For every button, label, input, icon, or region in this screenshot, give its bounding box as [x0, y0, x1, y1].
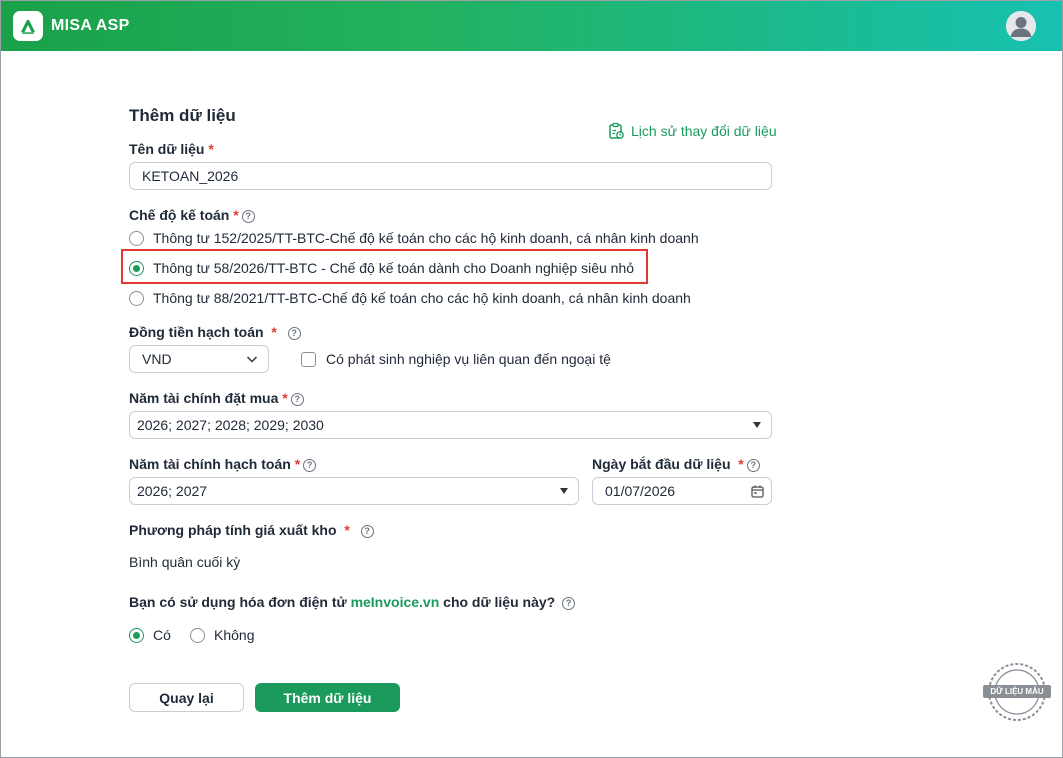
purchase-years-select[interactable]: 2026; 2027; 2028; 2029; 2030: [129, 411, 772, 439]
radio-button-selected[interactable]: [129, 260, 144, 276]
einvoice-brand: meInvoice.vn: [350, 594, 440, 610]
dropdown-caret-icon: [753, 422, 761, 428]
name-label-text: Tên dữ liệu: [129, 141, 205, 157]
foreign-currency-label: Có phát sinh nghiệp vụ liên quan đến ngo…: [326, 351, 611, 367]
foreign-currency-option[interactable]: Có phát sinh nghiệp vụ liên quan đến ngo…: [301, 351, 611, 367]
purchase-years-value: 2026; 2027; 2028; 2029; 2030: [137, 417, 324, 433]
required-mark: *: [294, 456, 301, 472]
regime-field-label: Chế độ kế toán *?: [129, 207, 255, 223]
help-icon[interactable]: ?: [241, 209, 255, 223]
help-icon[interactable]: ?: [303, 458, 317, 472]
help-icon[interactable]: ?: [562, 596, 576, 610]
einvoice-option-yes[interactable]: Có: [129, 627, 171, 643]
app-logo[interactable]: MISA ASP: [13, 11, 130, 41]
add-data-button[interactable]: Thêm dữ liệu: [255, 683, 400, 712]
required-mark: *: [344, 522, 350, 538]
start-date-input[interactable]: 01/07/2026: [592, 477, 772, 505]
inventory-method-field-label: Phương pháp tính giá xuất kho * ?: [129, 522, 374, 538]
radio-button[interactable]: [129, 230, 144, 246]
chevron-down-icon: [246, 356, 258, 363]
currency-select[interactable]: VND: [129, 345, 269, 373]
einvoice-question-prefix: Bạn có sử dụng hóa đơn điện tử: [129, 594, 347, 610]
start-date-field-label: Ngày bắt đầu dữ liệu *?: [592, 456, 760, 472]
inventory-method-value: Bình quân cuối kỳ: [129, 554, 241, 570]
help-icon[interactable]: ?: [360, 524, 374, 538]
required-mark: *: [282, 390, 288, 406]
history-link-label: Lịch sử thay đổi dữ liệu: [631, 123, 777, 139]
einvoice-question: Bạn có sử dụng hóa đơn điện tử meInvoice…: [129, 594, 576, 610]
help-icon[interactable]: ?: [290, 392, 304, 406]
app-name: MISA ASP: [51, 17, 130, 34]
name-field-label: Tên dữ liệu *: [129, 141, 214, 157]
regime-option-label: Thông tư 88/2021/TT-BTC-Chế độ kế toán c…: [153, 290, 691, 306]
app-window: MISA ASP Thêm dữ liệu Lịch sử thay đổi d…: [0, 0, 1063, 758]
name-input-value: KETOAN_2026: [142, 168, 239, 184]
regime-label-text: Chế độ kế toán: [129, 207, 230, 223]
radio-button-selected[interactable]: [129, 627, 144, 643]
accounting-years-value: 2026; 2027: [137, 483, 208, 499]
accounting-years-select[interactable]: 2026; 2027: [129, 477, 579, 505]
help-icon[interactable]: ?: [287, 326, 301, 340]
accounting-years-label-text: Năm tài chính hạch toán: [129, 456, 291, 472]
einvoice-option-no[interactable]: Không: [190, 627, 254, 643]
einvoice-yes-label: Có: [153, 627, 171, 643]
help-icon[interactable]: ?: [746, 458, 760, 472]
back-button[interactable]: Quay lại: [129, 683, 244, 712]
einvoice-no-label: Không: [214, 627, 255, 643]
regime-option-58[interactable]: Thông tư 58/2026/TT-BTC - Chế độ kế toán…: [129, 260, 634, 276]
stamp-text: DỮ LIỆU MẪU: [990, 687, 1044, 696]
currency-select-value: VND: [142, 351, 172, 367]
name-input[interactable]: KETOAN_2026: [129, 162, 772, 190]
dropdown-caret-icon: [560, 488, 568, 494]
required-mark: *: [271, 324, 277, 340]
einvoice-question-suffix: cho dữ liệu này?: [443, 594, 556, 610]
misa-logo-icon: [13, 11, 43, 41]
user-avatar-icon[interactable]: [1006, 11, 1036, 41]
sample-data-stamp: DỮ LIỆU MẪU: [982, 662, 1052, 722]
inventory-method-label-text: Phương pháp tính giá xuất kho: [129, 522, 337, 538]
top-bar: MISA ASP: [1, 1, 1062, 51]
purchase-years-field-label: Năm tài chính đặt mua *?: [129, 390, 304, 406]
clipboard-history-icon: [609, 122, 624, 139]
currency-field-label: Đồng tiền hạch toán * ?: [129, 324, 301, 340]
start-date-label-text: Ngày bắt đầu dữ liệu: [592, 456, 731, 472]
regime-option-label: Thông tư 152/2025/TT-BTC-Chế độ kế toán …: [153, 230, 699, 246]
accounting-years-field-label: Năm tài chính hạch toán *?: [129, 456, 317, 472]
checkbox[interactable]: [301, 351, 316, 367]
regime-option-152[interactable]: Thông tư 152/2025/TT-BTC-Chế độ kế toán …: [129, 230, 699, 246]
required-mark: *: [738, 456, 744, 472]
radio-button[interactable]: [129, 290, 144, 306]
calendar-icon[interactable]: [751, 485, 764, 498]
radio-button[interactable]: [190, 627, 205, 643]
required-mark: *: [208, 141, 214, 157]
page-title: Thêm dữ liệu: [129, 106, 236, 125]
start-date-value: 01/07/2026: [605, 483, 676, 499]
history-link[interactable]: Lịch sử thay đổi dữ liệu: [607, 122, 777, 140]
purchase-years-label-text: Năm tài chính đặt mua: [129, 390, 279, 406]
regime-option-label: Thông tư 58/2026/TT-BTC - Chế độ kế toán…: [153, 260, 635, 276]
regime-option-88[interactable]: Thông tư 88/2021/TT-BTC-Chế độ kế toán c…: [129, 290, 691, 306]
currency-label-text: Đồng tiền hạch toán: [129, 324, 264, 340]
required-mark: *: [233, 207, 239, 223]
